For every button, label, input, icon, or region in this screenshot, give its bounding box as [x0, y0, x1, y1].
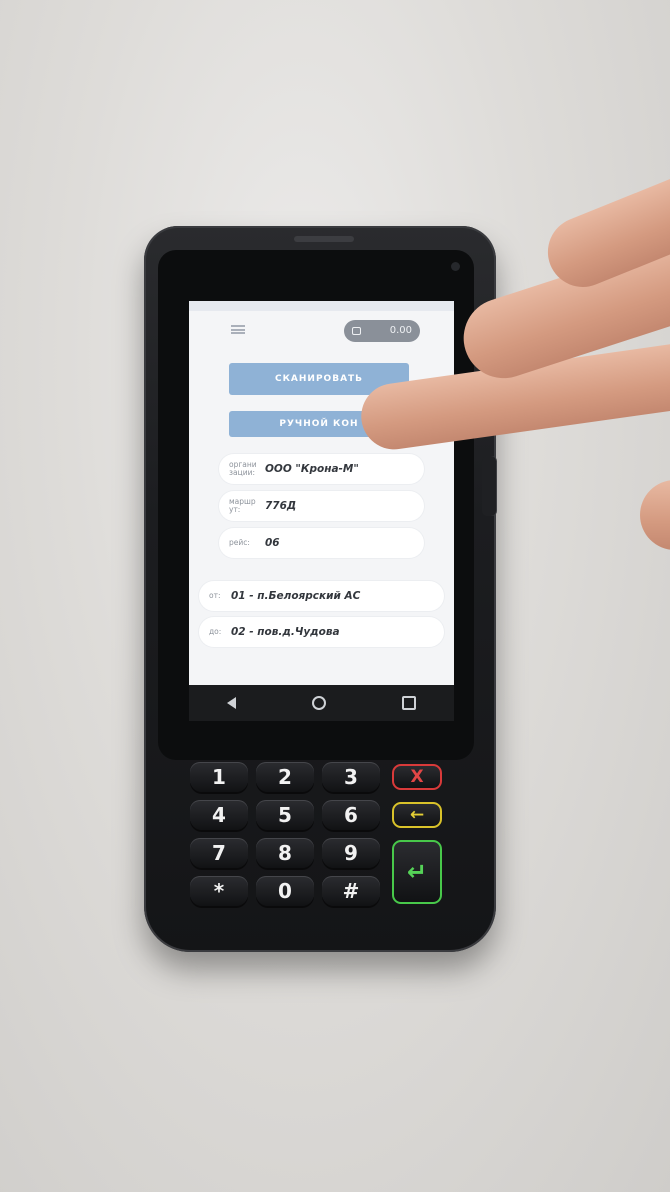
recent-square-icon[interactable]	[402, 696, 416, 710]
hamburger-icon[interactable]	[231, 325, 245, 334]
pointing-hand	[330, 176, 670, 580]
cancel-key[interactable]: X	[392, 764, 442, 790]
to-value: 02 - пов.д.Чудова	[231, 626, 340, 638]
back-triangle-icon[interactable]	[227, 697, 236, 709]
run-label: рейс:	[229, 538, 250, 547]
key-9[interactable]: 9	[322, 838, 380, 868]
organization-label: органи зации:	[229, 460, 257, 477]
photo-scene: 0.00 СКАНИРОВАТЬ РУЧНОЙ КОН органи зации…	[0, 0, 670, 1192]
key-1[interactable]: 1	[190, 762, 248, 792]
key-5[interactable]: 5	[256, 800, 314, 830]
key-star[interactable]: *	[190, 876, 248, 906]
home-circle-icon[interactable]	[312, 696, 326, 710]
key-3[interactable]: 3	[322, 762, 380, 792]
key-0[interactable]: 0	[256, 876, 314, 906]
thumb	[640, 480, 670, 550]
key-hash[interactable]: #	[322, 876, 380, 906]
route-label: маршр ут:	[229, 497, 256, 514]
from-label: от:	[209, 591, 221, 600]
to-label: до:	[209, 627, 222, 636]
key-2[interactable]: 2	[256, 762, 314, 792]
key-6[interactable]: 6	[322, 800, 380, 830]
from-stop-field[interactable]: от: 01 - п.Белоярский АС	[199, 581, 444, 611]
from-value: 01 - п.Белоярский АС	[231, 590, 361, 602]
key-7[interactable]: 7	[190, 838, 248, 868]
route-value: 776Д	[265, 500, 297, 512]
backspace-key[interactable]: ←	[392, 802, 442, 828]
android-nav-bar	[189, 685, 454, 721]
key-8[interactable]: 8	[256, 838, 314, 868]
physical-keypad: 1 2 3 4 5 6 7 8 9 * 0 # X ← ↵	[164, 756, 478, 931]
to-stop-field[interactable]: до: 02 - пов.д.Чудова	[199, 617, 444, 647]
enter-key[interactable]: ↵	[392, 840, 442, 904]
run-value: 06	[265, 537, 280, 549]
key-4[interactable]: 4	[190, 800, 248, 830]
